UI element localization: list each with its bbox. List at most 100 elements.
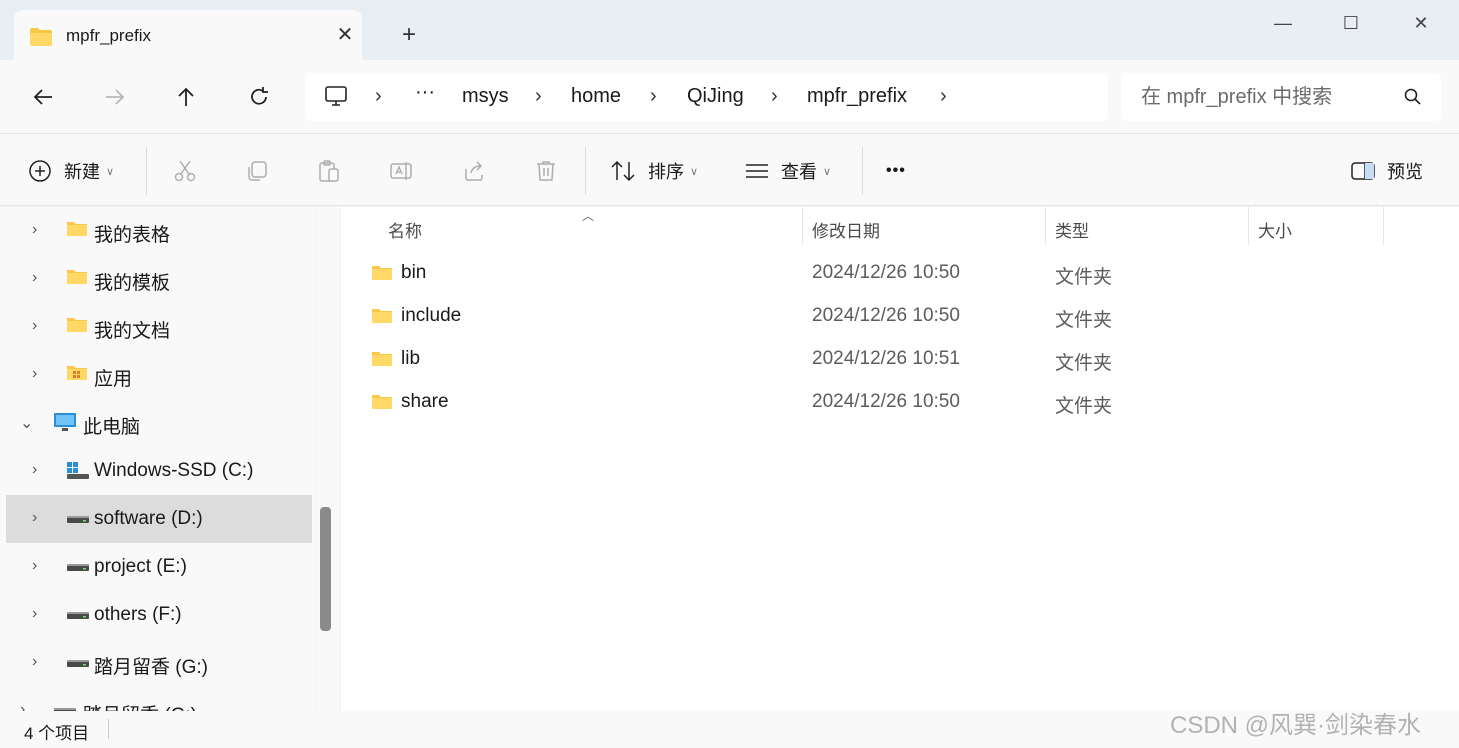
copy-button[interactable] — [245, 154, 269, 188]
chevron-right-icon[interactable]: › — [20, 701, 25, 711]
chevron-down-icon: ∨ — [106, 165, 115, 178]
sidebar-item-drive-c[interactable]: › Windows-SSD (C:) — [6, 447, 312, 495]
view-button[interactable]: 查看 ∨ — [745, 154, 831, 188]
maximize-button[interactable]: ☐ — [1328, 6, 1374, 40]
breadcrumb-msys[interactable]: msys — [462, 85, 509, 108]
column-divider[interactable] — [1045, 207, 1046, 245]
file-modified: 2024/12/26 10:50 — [812, 305, 960, 326]
forward-arrow-icon — [106, 89, 125, 105]
command-bar: 新建 ∨ 排序 ∨ 查看 ∨ ••• 预览 — [0, 133, 1459, 206]
file-name: share — [401, 391, 449, 412]
file-type: 文件夹 — [1055, 267, 1113, 288]
chevron-right-icon: › — [771, 85, 778, 107]
sort-button[interactable]: 排序 ∨ — [610, 154, 698, 188]
scrollbar-thumb[interactable] — [320, 507, 331, 631]
chevron-right-icon[interactable]: › — [32, 653, 37, 671]
sidebar-item-apps[interactable]: › 应用 — [6, 351, 312, 399]
chevron-right-icon[interactable]: › — [32, 365, 37, 383]
share-icon — [465, 161, 483, 181]
file-type: 文件夹 — [1055, 353, 1113, 374]
refresh-button[interactable] — [242, 80, 276, 114]
preview-label: 预览 — [1387, 162, 1423, 182]
more-options-button[interactable]: ••• — [886, 154, 906, 188]
paste-button[interactable] — [317, 154, 341, 188]
sidebar-item-label: project (E:) — [94, 556, 187, 577]
column-header-size[interactable]: 大小 — [1258, 217, 1292, 242]
drive-icon — [66, 652, 90, 677]
chevron-down-icon[interactable]: ⌄ — [20, 413, 33, 433]
chevron-right-icon[interactable]: › — [32, 557, 37, 575]
navigation-pane: › 我的表格 › 我的模板 › 我的文档 › 应用 ⌄ 此电脑 › Window… — [0, 207, 315, 711]
back-button[interactable] — [26, 80, 60, 114]
sidebar-item-drive-e[interactable]: › project (E:) — [6, 543, 312, 591]
file-row[interactable]: lib 2024/12/26 10:51 文件夹 — [361, 339, 1441, 382]
file-row[interactable]: share 2024/12/26 10:50 文件夹 — [361, 382, 1441, 425]
forward-button[interactable] — [98, 80, 132, 114]
divider — [585, 147, 586, 195]
chevron-right-icon[interactable]: › — [32, 269, 37, 287]
sidebar-item-label: 我的模板 — [94, 273, 171, 294]
chevron-right-icon[interactable]: › — [32, 317, 37, 335]
sidebar-scrollbar[interactable] — [316, 207, 340, 711]
column-divider[interactable] — [802, 207, 803, 245]
computer-icon — [53, 412, 77, 437]
item-count: 4 个项目 — [24, 724, 90, 743]
column-divider[interactable] — [1383, 207, 1384, 245]
chevron-right-icon[interactable]: › — [32, 509, 37, 527]
sidebar-item-drive-f[interactable]: › others (F:) — [6, 591, 312, 639]
drive-icon — [66, 508, 90, 533]
sidebar-item-drive-g-network[interactable]: › 踏月留香 (G:) — [6, 687, 312, 711]
share-button[interactable] — [462, 154, 486, 188]
breadcrumb-overflow[interactable]: ··· — [415, 81, 435, 104]
breadcrumb-mpfr-prefix[interactable]: mpfr_prefix — [807, 85, 907, 108]
rename-button[interactable] — [389, 154, 415, 188]
search-box[interactable] — [1121, 73, 1441, 121]
sidebar-item-label: 我的文档 — [94, 321, 171, 342]
sidebar-item-label: 踏月留香 (G:) — [94, 657, 208, 678]
column-header-name[interactable]: 名称 — [388, 217, 422, 242]
sidebar-item-drive-d[interactable]: › software (D:) — [6, 495, 312, 543]
close-window-button[interactable]: ✕ — [1398, 6, 1444, 40]
drive-icon — [66, 604, 90, 629]
rename-icon — [390, 162, 412, 180]
sidebar-item-my-templates[interactable]: › 我的模板 — [6, 255, 312, 303]
search-input[interactable] — [1141, 83, 1401, 111]
tab-mpfr-prefix[interactable]: mpfr_prefix ✕ — [14, 10, 362, 60]
drive-icon — [66, 556, 90, 581]
sidebar-item-this-pc[interactable]: ⌄ 此电脑 — [6, 399, 312, 447]
divider — [108, 719, 109, 739]
minimize-button[interactable]: — — [1260, 6, 1306, 40]
new-button[interactable]: 新建 ∨ — [28, 154, 114, 188]
new-tab-button[interactable]: + — [396, 22, 422, 48]
column-divider[interactable] — [1248, 207, 1249, 245]
windows-drive-icon — [66, 460, 90, 485]
chevron-right-icon[interactable]: › — [32, 461, 37, 479]
this-pc-icon[interactable] — [324, 85, 348, 112]
file-modified: 2024/12/26 10:50 — [812, 391, 960, 412]
column-header-modified[interactable]: 修改日期 — [812, 217, 880, 242]
sort-label: 排序 — [648, 162, 684, 182]
sidebar-item-my-tables[interactable]: › 我的表格 — [6, 207, 312, 255]
file-row[interactable]: bin 2024/12/26 10:50 文件夹 — [361, 253, 1441, 296]
tab-title: mpfr_prefix — [66, 26, 152, 45]
chevron-right-icon[interactable]: › — [32, 221, 37, 239]
delete-button[interactable] — [534, 154, 558, 188]
close-tab-icon[interactable]: ✕ — [332, 22, 358, 48]
file-modified: 2024/12/26 10:51 — [812, 348, 960, 369]
column-header-type[interactable]: 类型 — [1055, 217, 1089, 242]
chevron-right-icon[interactable]: › — [32, 605, 37, 623]
preview-pane-button[interactable]: 预览 — [1351, 154, 1423, 188]
file-list: ︿ 名称 修改日期 类型 大小 bin 2024/12/26 10:50 文件夹… — [341, 207, 1459, 711]
chevron-right-icon[interactable]: › — [940, 85, 947, 108]
sidebar-item-drive-g[interactable]: › 踏月留香 (G:) — [6, 639, 312, 687]
sidebar-item-label: 此电脑 — [83, 417, 141, 438]
breadcrumb-home[interactable]: home — [571, 85, 621, 108]
up-button[interactable] — [169, 80, 203, 114]
breadcrumb-qijing[interactable]: QiJing — [687, 85, 744, 108]
search-icon[interactable] — [1404, 88, 1422, 111]
address-bar[interactable]: › ··· msys › home › QiJing › mpfr_prefix… — [305, 73, 1108, 121]
sidebar-item-my-documents[interactable]: › 我的文档 — [6, 303, 312, 351]
file-row[interactable]: include 2024/12/26 10:50 文件夹 — [361, 296, 1441, 339]
preview-pane-icon — [1351, 162, 1375, 180]
cut-button[interactable] — [173, 154, 197, 188]
